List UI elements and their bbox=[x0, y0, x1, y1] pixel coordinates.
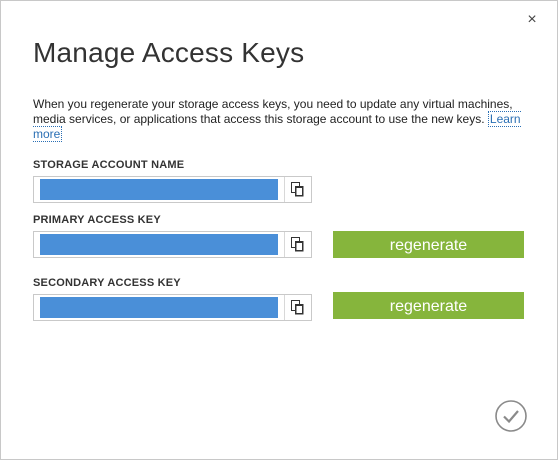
secondary-access-key-value[interactable] bbox=[40, 297, 278, 318]
copy-primary-access-key-button[interactable] bbox=[284, 232, 311, 257]
storage-account-name-label: STORAGE ACCOUNT NAME bbox=[33, 159, 185, 171]
copy-icon bbox=[291, 237, 304, 252]
copy-icon bbox=[291, 300, 304, 315]
primary-access-key-field[interactable] bbox=[33, 231, 312, 258]
close-icon[interactable]: × bbox=[523, 11, 541, 29]
confirm-button[interactable] bbox=[495, 400, 527, 432]
secondary-access-key-label: SECONDARY ACCESS KEY bbox=[33, 277, 181, 289]
regenerate-secondary-button[interactable]: regenerate bbox=[333, 292, 524, 319]
dialog-title: Manage Access Keys bbox=[33, 37, 305, 68]
copy-icon bbox=[291, 182, 304, 197]
regenerate-primary-button[interactable]: regenerate bbox=[333, 231, 524, 258]
storage-account-name-field[interactable] bbox=[33, 176, 312, 203]
primary-access-key-value[interactable] bbox=[40, 234, 278, 255]
checkmark-icon bbox=[495, 400, 527, 432]
primary-access-key-label: PRIMARY ACCESS KEY bbox=[33, 214, 161, 226]
secondary-access-key-field[interactable] bbox=[33, 294, 312, 321]
description-text: When you regenerate your storage access … bbox=[33, 97, 513, 126]
copy-secondary-access-key-button[interactable] bbox=[284, 295, 311, 320]
manage-access-keys-dialog: × Manage Access Keys When you regenerate… bbox=[0, 0, 558, 460]
copy-storage-account-name-button[interactable] bbox=[284, 177, 311, 202]
storage-account-name-value[interactable] bbox=[40, 179, 278, 200]
dialog-description: When you regenerate your storage access … bbox=[33, 97, 533, 142]
